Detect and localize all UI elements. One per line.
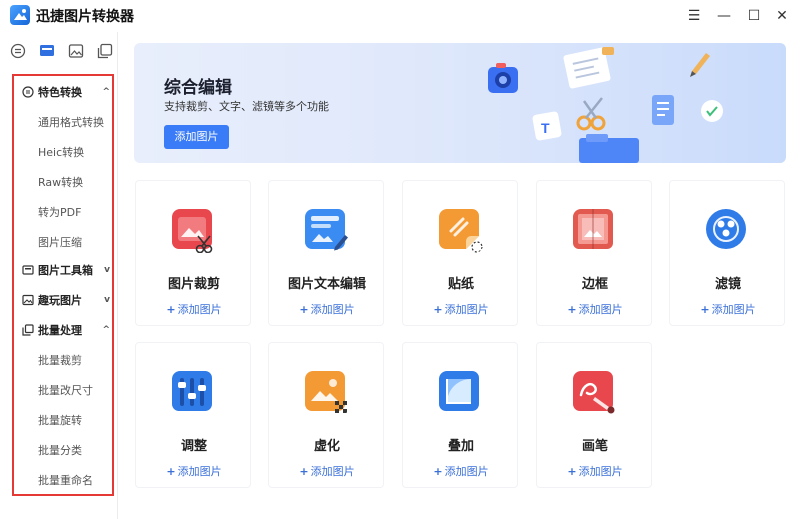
chevron-up-icon: ^: [102, 87, 110, 97]
add-image-link[interactable]: + 添加图片: [403, 463, 519, 479]
sidebar-tabs: [6, 42, 114, 64]
sidebar-item-batch-rename[interactable]: 批量重命名: [38, 472, 93, 488]
add-image-link[interactable]: + 添加图片: [537, 463, 653, 479]
toolbox-icon: [22, 265, 34, 275]
add-image-link[interactable]: + 添加图片: [136, 463, 252, 479]
tool-card-crop[interactable]: 图片裁剪 + 添加图片: [135, 180, 251, 326]
tool-label: 叠加: [447, 439, 474, 454]
sidebar-group-feature-convert[interactable]: 特色转换 ^: [22, 82, 114, 102]
chevron-down-icon: v: [104, 265, 110, 275]
sidebar-group-toolbox[interactable]: 图片工具箱 v: [22, 260, 114, 280]
tool-label: 边框: [581, 277, 608, 292]
sidebar-group-label: 特色转换: [38, 86, 82, 99]
svg-text:T: T: [541, 120, 550, 136]
tool-label: 图片裁剪: [167, 277, 220, 292]
sidebar-item-format-convert[interactable]: 通用格式转换: [38, 114, 104, 130]
tool-label: 图片文本编辑: [287, 277, 366, 292]
convert-tab-icon[interactable]: [9, 42, 27, 60]
minimize-button[interactable]: —: [714, 6, 734, 26]
overlay-icon: [439, 371, 479, 411]
sidebar-item-batch-classify[interactable]: 批量分类: [38, 442, 82, 458]
sidebar-item-compress[interactable]: 图片压缩: [38, 234, 82, 250]
close-button[interactable]: ✕: [772, 6, 792, 26]
batch-tab-icon[interactable]: [96, 42, 114, 60]
tool-card-adjust[interactable]: 调整 + 添加图片: [135, 342, 251, 488]
banner-subtitle: 支持裁剪、文字、滤镜等多个功能: [164, 100, 329, 113]
chevron-down-icon: v: [104, 295, 110, 305]
sidebar-item-raw[interactable]: Raw转换: [38, 174, 83, 190]
tool-label: 画笔: [581, 439, 608, 454]
image-tab-icon[interactable]: [67, 42, 85, 60]
text-edit-icon: [305, 209, 348, 251]
banner-add-image-button[interactable]: 添加图片: [164, 125, 229, 149]
sidebar-menu: 特色转换 ^ 通用格式转换 Heic转换 Raw转换 转为PDF 图片压缩 图片…: [12, 74, 114, 496]
tool-card-filter[interactable]: 滤镜 + 添加图片: [669, 180, 785, 326]
image-icon: [22, 294, 34, 306]
add-image-link[interactable]: + 添加图片: [403, 301, 519, 317]
sidebar-item-batch-resize[interactable]: 批量改尺寸: [38, 382, 93, 398]
tool-label: 滤镜: [714, 277, 741, 292]
add-image-link[interactable]: + 添加图片: [269, 463, 385, 479]
banner-illustration-icon: T: [488, 47, 723, 163]
title-bar: 迅捷图片转换器 ☰ — ☐ ✕: [0, 0, 800, 32]
sidebar-group-fun-image[interactable]: 趣玩图片 v: [22, 290, 114, 310]
convert-icon: [22, 86, 34, 98]
sidebar-group-label: 批量处理: [38, 324, 82, 337]
tool-label: 虚化: [313, 439, 340, 454]
brush-icon: [573, 371, 615, 414]
tool-label: 贴纸: [447, 277, 474, 292]
sidebar-divider: [117, 32, 118, 519]
sticker-icon: [439, 209, 483, 253]
add-image-link[interactable]: + 添加图片: [136, 301, 252, 317]
add-image-link[interactable]: + 添加图片: [670, 301, 786, 317]
sidebar-item-batch-crop[interactable]: 批量裁剪: [38, 352, 82, 368]
add-image-link[interactable]: + 添加图片: [537, 301, 653, 317]
crop-icon: [172, 209, 213, 253]
menu-icon[interactable]: ☰: [684, 6, 704, 26]
sidebar-group-batch[interactable]: 批量处理 ^: [22, 320, 114, 340]
tool-card-sticker[interactable]: 贴纸 + 添加图片: [402, 180, 518, 326]
sidebar-item-batch-rotate[interactable]: 批量旋转: [38, 412, 82, 428]
tool-card-border[interactable]: 边框 + 添加图片: [536, 180, 652, 326]
banner-title: 综合编辑: [164, 78, 232, 98]
tool-card-overlay[interactable]: 叠加 + 添加图片: [402, 342, 518, 488]
adjust-icon: [172, 371, 212, 411]
toolbox-tab-icon[interactable]: [38, 42, 56, 60]
tool-card-text-edit[interactable]: 图片文本编辑 + 添加图片: [268, 180, 384, 326]
feature-banner: 综合编辑 支持裁剪、文字、滤镜等多个功能 添加图片 T: [134, 43, 786, 163]
sidebar-item-pdf[interactable]: 转为PDF: [38, 204, 81, 220]
filter-icon: [706, 209, 746, 249]
sidebar-group-label: 趣玩图片: [38, 294, 82, 307]
app-title: 迅捷图片转换器: [36, 9, 134, 25]
sidebar-group-label: 图片工具箱: [38, 264, 93, 277]
border-icon: [573, 209, 613, 249]
tool-card-brush[interactable]: 画笔 + 添加图片: [536, 342, 652, 488]
tool-card-blur[interactable]: 虚化 + 添加图片: [268, 342, 384, 488]
maximize-button[interactable]: ☐: [744, 6, 764, 26]
tool-label: 调整: [180, 439, 207, 454]
app-logo-icon: [10, 5, 30, 25]
batch-icon: [22, 324, 34, 336]
add-image-link[interactable]: + 添加图片: [269, 301, 385, 317]
chevron-up-icon: ^: [102, 325, 110, 335]
blur-icon: [305, 371, 347, 413]
sidebar-item-heic[interactable]: Heic转换: [38, 144, 84, 160]
